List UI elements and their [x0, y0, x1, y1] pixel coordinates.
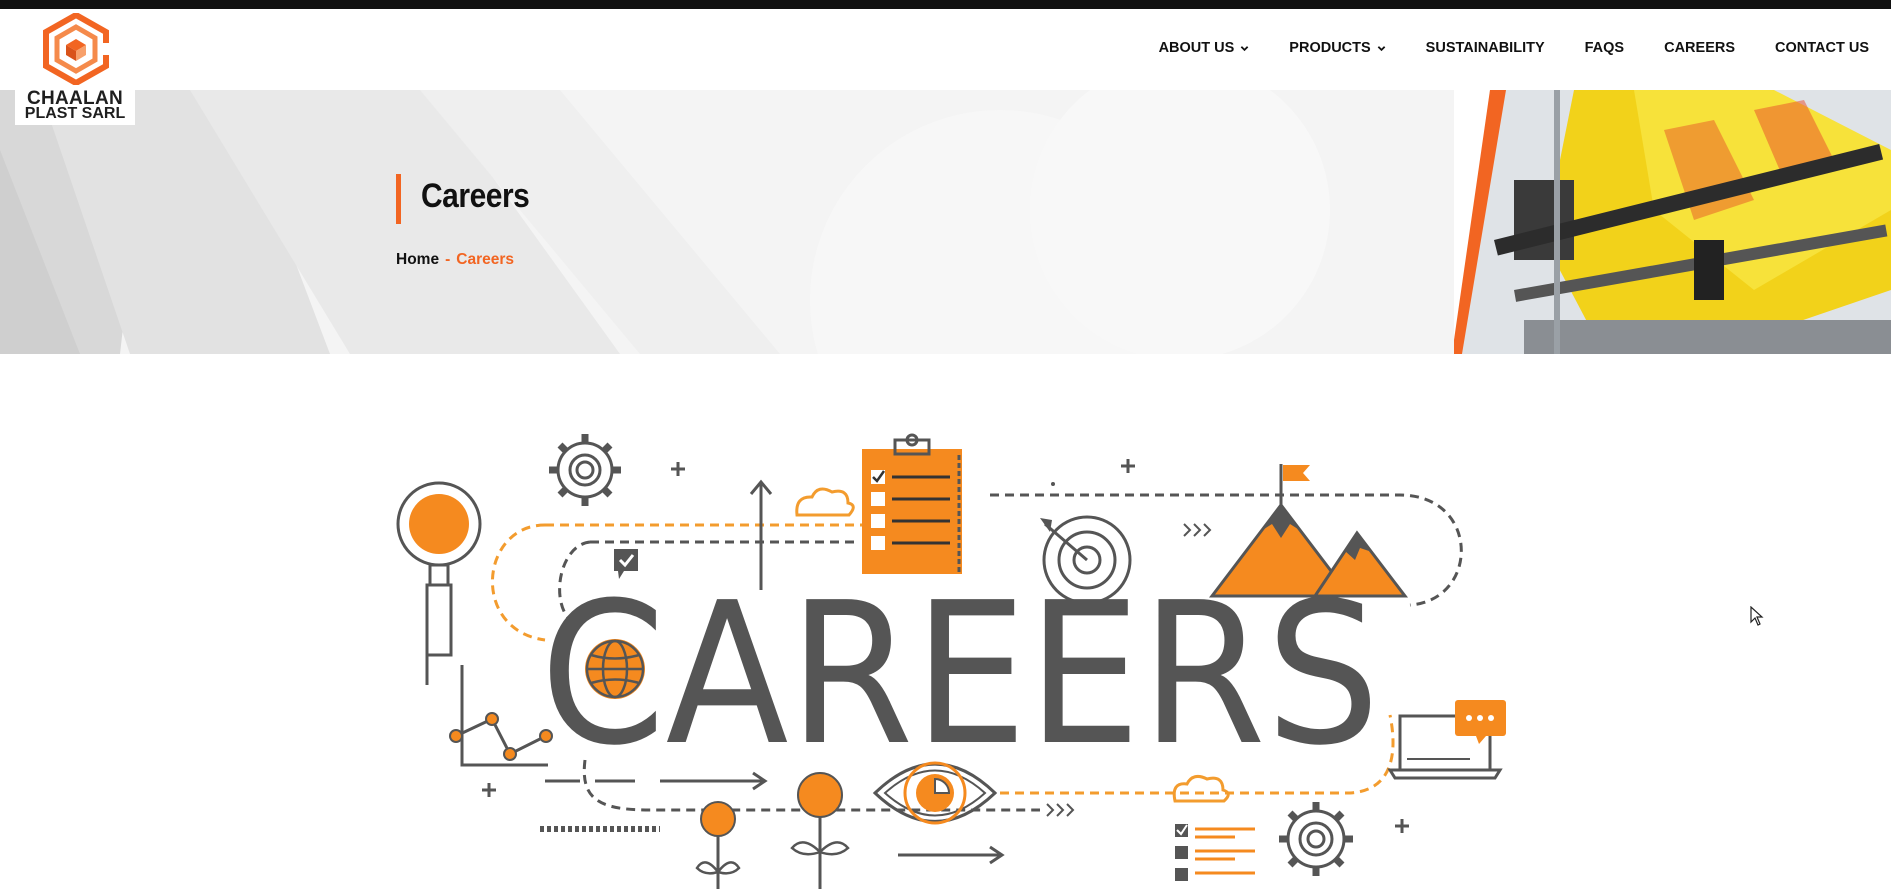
line-chart-icon	[449, 665, 553, 767]
nav-contact-us[interactable]: CONTACT US	[1775, 40, 1869, 56]
flower-icon	[695, 772, 850, 889]
cloud-icon	[795, 487, 855, 517]
mouse-cursor-icon	[1750, 606, 1764, 626]
nav-products[interactable]: PRODUCTS	[1289, 40, 1385, 56]
site-header: ABOUT US PRODUCTS SUSTAINABILITY FAQS CA…	[0, 9, 1891, 90]
breadcrumb-current: Careers	[456, 251, 514, 268]
laptop-chat-icon	[1387, 700, 1506, 780]
top-border-strip	[0, 0, 1891, 9]
magnifier-icon	[396, 481, 482, 685]
nav-about-us-label: ABOUT US	[1158, 40, 1235, 56]
chevron-down-icon	[1377, 45, 1385, 51]
nav-sustainability[interactable]: SUSTAINABILITY	[1426, 40, 1545, 56]
globe-icon	[585, 639, 645, 699]
breadcrumb-separator: -	[445, 251, 451, 268]
nav-faqs[interactable]: FAQS	[1585, 40, 1624, 56]
checklist-icon	[1175, 824, 1255, 881]
breadcrumb-home-link[interactable]: Home	[396, 251, 439, 268]
logo-text-line2: PLAST SARL	[24, 105, 126, 122]
title-accent-bar	[396, 174, 401, 224]
clipboard-checklist-icon	[862, 433, 962, 574]
nav-products-label: PRODUCTS	[1289, 40, 1371, 56]
nav-contact-us-label: CONTACT US	[1775, 40, 1869, 56]
logo-hexagon-icon	[43, 13, 109, 85]
nav-careers[interactable]: CAREERS	[1664, 40, 1735, 56]
nav-about-us[interactable]: ABOUT US	[1159, 40, 1250, 56]
nav-careers-label: CAREERS	[1664, 40, 1736, 56]
breadcrumb: Home - Careers	[396, 251, 514, 269]
page-title: Careers	[421, 177, 530, 215]
gear-icon	[549, 434, 621, 506]
careers-illustration: CAREERS	[396, 433, 1506, 889]
nav-faqs-label: FAQS	[1584, 40, 1625, 56]
nav-sustainability-label: SUSTAINABILITY	[1425, 40, 1545, 56]
chevron-down-icon	[1241, 45, 1249, 51]
gear-icon	[1279, 802, 1353, 876]
main-navigation: ABOUT US PRODUCTS SUSTAINABILITY FAQS CA…	[1119, 40, 1869, 56]
careers-word: CAREERS	[540, 561, 1380, 789]
hero-printing-machine-image	[1454, 90, 1891, 354]
site-logo[interactable]: CHAALAN PLAST SARL	[15, 9, 135, 125]
